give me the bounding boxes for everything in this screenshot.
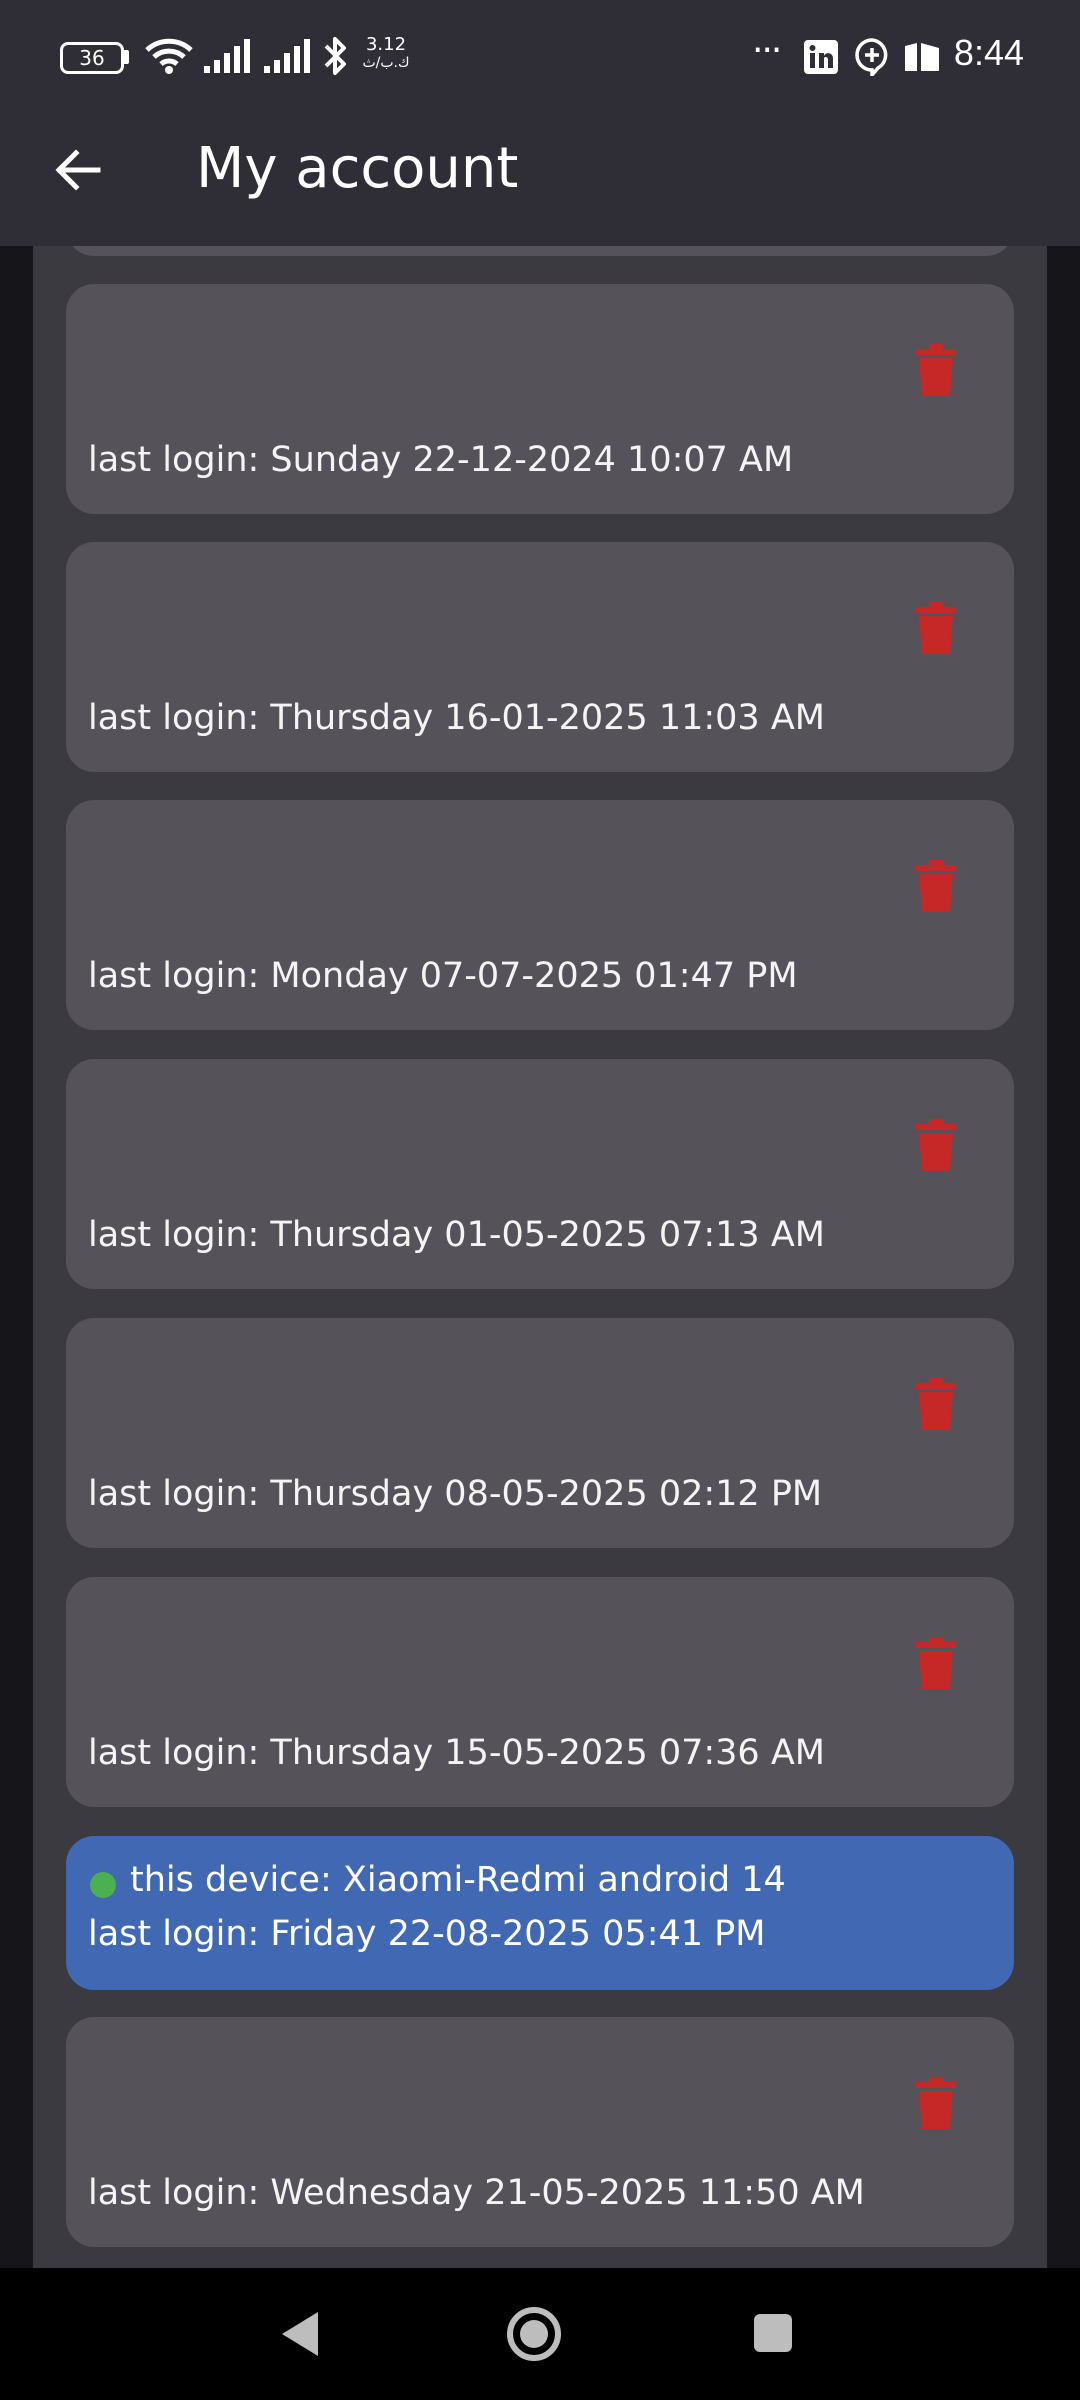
net-speed-unit: ك.ب/ث (362, 55, 410, 71)
delete-icon[interactable] (916, 344, 956, 396)
net-speed: 3.12 ك.ب/ث (356, 36, 416, 72)
nav-recents-icon[interactable] (752, 2312, 794, 2354)
session-card: last login: Thursday 01-05-2025 07:13 AM (66, 1059, 1014, 1289)
session-card: last login: Thursday 16-01-2025 11:03 AM (66, 542, 1014, 772)
status-bar: 36 3.12 ك.ب/ث ··· 8:44 (0, 0, 1080, 116)
last-login-text: last login: Sunday 22-12-2024 10:07 AM (88, 440, 794, 480)
online-status-dot (90, 1872, 116, 1898)
nav-back-icon[interactable] (280, 2310, 320, 2358)
last-login-text: last login: Thursday 08-05-2025 02:12 PM (88, 1474, 823, 1514)
delete-icon[interactable] (916, 1119, 956, 1171)
delete-icon[interactable] (916, 860, 956, 912)
last-login-text: last login: Thursday 16-01-2025 11:03 AM (88, 698, 825, 738)
linkedin-icon (804, 40, 838, 74)
clock: 8:44 (953, 32, 1024, 73)
app-bar: My account (0, 116, 1080, 246)
chat-icon (855, 38, 888, 76)
session-card: last login: Thursday 08-05-2025 02:12 PM (66, 1318, 1014, 1548)
current-device-card: this device: Xiaomi-Redmi android 14 las… (66, 1836, 1014, 1990)
last-login-text: last login: Wednesday 21-05-2025 11:50 A… (88, 2173, 865, 2213)
app-icon (905, 43, 939, 71)
battery-tip (124, 50, 129, 64)
system-nav-bar (0, 2268, 1080, 2400)
session-card: last login: Wednesday 21-05-2025 11:50 A… (66, 2017, 1014, 2247)
session-card: last login: Sunday 22-12-2024 10:07 AM (66, 284, 1014, 514)
arrow-left-icon[interactable] (48, 140, 108, 200)
session-card-partial (66, 246, 1014, 256)
delete-icon[interactable] (916, 602, 956, 654)
session-card: last login: Monday 07-07-2025 01:47 PM (66, 800, 1014, 1030)
wifi-icon (145, 38, 193, 74)
signal-icon (204, 39, 250, 73)
overflow-icon: ··· (752, 30, 782, 71)
battery-icon: 36 (60, 42, 124, 74)
last-login-text: last login: Friday 22-08-2025 05:41 PM (88, 1914, 766, 1954)
last-login-text: last login: Thursday 15-05-2025 07:36 AM (88, 1733, 825, 1773)
delete-icon[interactable] (916, 2077, 956, 2129)
screen: 36 3.12 ك.ب/ث ··· 8:44 My account last l… (0, 0, 1080, 2400)
net-speed-value: 3.12 (365, 34, 407, 55)
sessions-list[interactable]: last login: Sunday 22-12-2024 10:07 AM l… (33, 246, 1047, 2268)
session-card: last login: Thursday 15-05-2025 07:36 AM (66, 1577, 1014, 1807)
signal-icon (264, 39, 310, 73)
page-title: My account (196, 136, 519, 201)
device-name-text: this device: Xiaomi-Redmi android 14 (130, 1860, 786, 1900)
bluetooth-icon (324, 37, 346, 75)
last-login-text: last login: Monday 07-07-2025 01:47 PM (88, 956, 798, 996)
nav-home-icon[interactable] (506, 2306, 562, 2362)
last-login-text: last login: Thursday 01-05-2025 07:13 AM (88, 1215, 825, 1255)
delete-icon[interactable] (916, 1637, 956, 1689)
delete-icon[interactable] (916, 1378, 956, 1430)
